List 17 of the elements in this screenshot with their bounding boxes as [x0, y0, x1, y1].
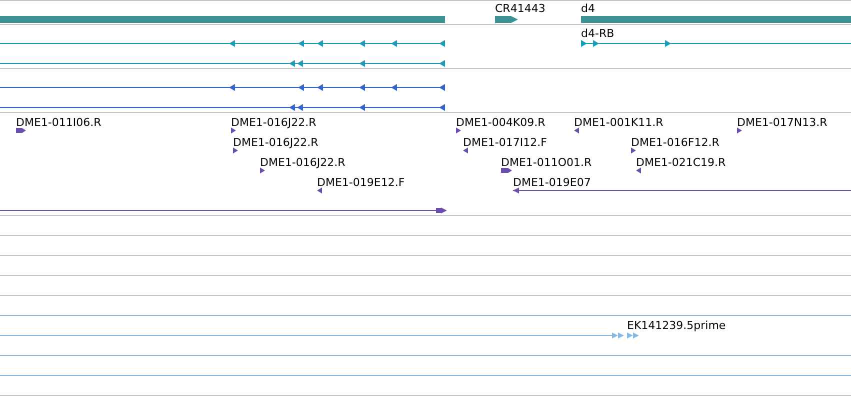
alignment-label: DME1-019E07	[513, 176, 591, 189]
alignment-label: DME1-016F12.R	[631, 136, 720, 149]
alignment-label: DME1-001K11.R	[574, 116, 664, 129]
alignment-label: DME1-011I06.R	[16, 116, 102, 129]
alignment-label: DME1-016J22.R	[233, 136, 318, 149]
alignment-label: DME1-004K09.R	[456, 116, 546, 129]
alignment-label: DME1-019E12.F	[317, 176, 405, 189]
alignment-label: DME1-016J22.R	[231, 116, 316, 129]
alignment-label: DME1-021C19.R	[636, 156, 726, 169]
alignment-label: DME1-011O01.R	[501, 156, 592, 169]
alignment-label: DME1-016J22.R	[260, 156, 346, 169]
alignment-label: DME1-017N13.R	[737, 116, 828, 129]
alignment-label: DME1-017I12.F	[463, 136, 547, 149]
alignment-label: EK141239.5prime	[627, 319, 726, 332]
gene-label: d4	[581, 2, 595, 15]
gene-label: CR41443	[495, 2, 546, 15]
transcript-label: d4-RB	[581, 27, 614, 40]
